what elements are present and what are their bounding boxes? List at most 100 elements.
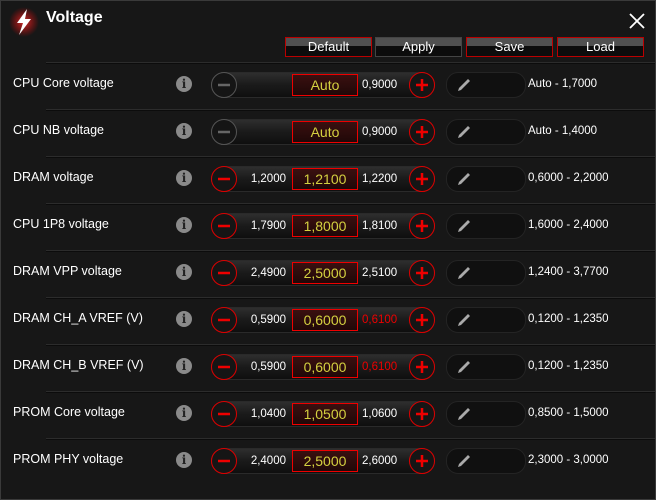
- decrease-button[interactable]: [211, 166, 237, 192]
- lightning-icon: [9, 7, 39, 37]
- voltage-range: Auto - 1,7000: [528, 78, 598, 90]
- decrease-button[interactable]: [211, 401, 237, 427]
- voltage-value-field[interactable]: Auto: [292, 121, 358, 143]
- voltage-value-field[interactable]: 2,5000: [292, 450, 358, 472]
- previous-value: 2,4000: [250, 455, 286, 467]
- voltage-label: DRAM CH_A VREF (V): [13, 311, 143, 325]
- plus-icon: [416, 79, 428, 91]
- voltage-value-field[interactable]: 1,0500: [292, 403, 358, 425]
- info-icon[interactable]: i: [176, 358, 192, 374]
- voltage-label: DRAM voltage: [13, 170, 94, 184]
- increase-button[interactable]: [409, 119, 435, 145]
- decrease-button[interactable]: [211, 72, 237, 98]
- next-value: 2,6000: [362, 455, 398, 467]
- row-divider: [46, 391, 655, 393]
- edit-button[interactable]: [446, 166, 526, 192]
- previous-value: 1,2000: [250, 173, 286, 185]
- voltage-label: PROM PHY voltage: [13, 452, 124, 466]
- previous-value: 1,0400: [250, 408, 286, 420]
- increase-button[interactable]: [409, 260, 435, 286]
- decrease-button[interactable]: [211, 213, 237, 239]
- minus-icon: [218, 365, 230, 369]
- increase-button[interactable]: [409, 166, 435, 192]
- edit-button[interactable]: [446, 119, 526, 145]
- edit-button[interactable]: [446, 354, 526, 380]
- increase-button[interactable]: [409, 307, 435, 333]
- row-divider: [46, 344, 655, 346]
- increase-button[interactable]: [409, 401, 435, 427]
- increase-button[interactable]: [409, 213, 435, 239]
- previous-value: 1,7900: [250, 220, 286, 232]
- voltage-label: CPU NB voltage: [13, 123, 105, 137]
- minus-icon: [218, 412, 230, 416]
- next-value: 0,6100: [362, 314, 398, 326]
- minus-icon: [218, 83, 230, 87]
- edit-button[interactable]: [446, 307, 526, 333]
- close-icon[interactable]: [627, 11, 647, 31]
- voltage-stepper: 1,0400 1,0500 1,0600: [211, 401, 435, 427]
- voltage-label: PROM Core voltage: [13, 405, 125, 419]
- info-icon[interactable]: i: [176, 76, 192, 92]
- row-divider: [46, 250, 655, 252]
- load-button[interactable]: Load: [557, 37, 644, 57]
- voltage-row: CPU 1P8 voltage i 1,7900 1,8000 1,8100 1…: [1, 203, 655, 250]
- voltage-range: 1,6000 - 2,4000: [528, 219, 609, 231]
- default-button[interactable]: Default: [285, 37, 372, 57]
- pencil-icon: [458, 79, 470, 91]
- next-value: 1,8100: [362, 220, 398, 232]
- increase-button[interactable]: [409, 448, 435, 474]
- next-value: 0,9000: [362, 79, 398, 91]
- minus-icon: [218, 271, 230, 275]
- pencil-icon: [458, 220, 470, 232]
- decrease-button[interactable]: [211, 260, 237, 286]
- info-icon[interactable]: i: [176, 311, 192, 327]
- info-icon[interactable]: i: [176, 452, 192, 468]
- decrease-button[interactable]: [211, 354, 237, 380]
- voltage-value-field[interactable]: 2,5000: [292, 262, 358, 284]
- minus-icon: [218, 130, 230, 134]
- voltage-value-field[interactable]: 1,8000: [292, 215, 358, 237]
- edit-button[interactable]: [446, 72, 526, 98]
- increase-button[interactable]: [409, 354, 435, 380]
- voltage-row: PROM PHY voltage i 2,4000 2,5000 2,6000 …: [1, 438, 655, 485]
- voltage-row: CPU Core voltage i Auto 0,9000 Auto - 1,…: [1, 62, 655, 109]
- next-value: 1,2200: [362, 173, 398, 185]
- pencil-icon: [458, 126, 470, 138]
- info-icon[interactable]: i: [176, 264, 192, 280]
- edit-button[interactable]: [446, 260, 526, 286]
- row-divider: [46, 438, 655, 440]
- voltage-row: DRAM CH_A VREF (V) i 0,5900 0,6000 0,610…: [1, 297, 655, 344]
- decrease-button[interactable]: [211, 307, 237, 333]
- minus-icon: [218, 459, 230, 463]
- voltage-row: PROM Core voltage i 1,0400 1,0500 1,0600…: [1, 391, 655, 438]
- voltage-value-field[interactable]: 1,2100: [292, 168, 358, 190]
- info-icon[interactable]: i: [176, 170, 192, 186]
- page-title: Voltage: [46, 9, 103, 26]
- increase-button[interactable]: [409, 72, 435, 98]
- voltage-value-field[interactable]: 0,6000: [292, 309, 358, 331]
- pencil-icon: [458, 173, 470, 185]
- pencil-icon: [458, 267, 470, 279]
- plus-icon: [416, 314, 428, 326]
- edit-button[interactable]: [446, 401, 526, 427]
- row-divider: [46, 297, 655, 299]
- decrease-button[interactable]: [211, 119, 237, 145]
- info-icon[interactable]: i: [176, 217, 192, 233]
- pencil-icon: [458, 361, 470, 373]
- voltage-value-field[interactable]: Auto: [292, 74, 358, 96]
- voltage-stepper: 2,4900 2,5000 2,5100: [211, 260, 435, 286]
- edit-button[interactable]: [446, 213, 526, 239]
- voltage-value-field[interactable]: 0,6000: [292, 356, 358, 378]
- voltage-range: 0,1200 - 1,2350: [528, 313, 609, 325]
- edit-button[interactable]: [446, 448, 526, 474]
- plus-icon: [416, 408, 428, 420]
- previous-value: 2,4900: [250, 267, 286, 279]
- info-icon[interactable]: i: [176, 405, 192, 421]
- decrease-button[interactable]: [211, 448, 237, 474]
- save-button[interactable]: Save: [466, 37, 553, 57]
- voltage-stepper: 1,2000 1,2100 1,2200: [211, 166, 435, 192]
- plus-icon: [416, 361, 428, 373]
- info-icon[interactable]: i: [176, 123, 192, 139]
- plus-icon: [416, 220, 428, 232]
- apply-button[interactable]: Apply: [375, 37, 462, 57]
